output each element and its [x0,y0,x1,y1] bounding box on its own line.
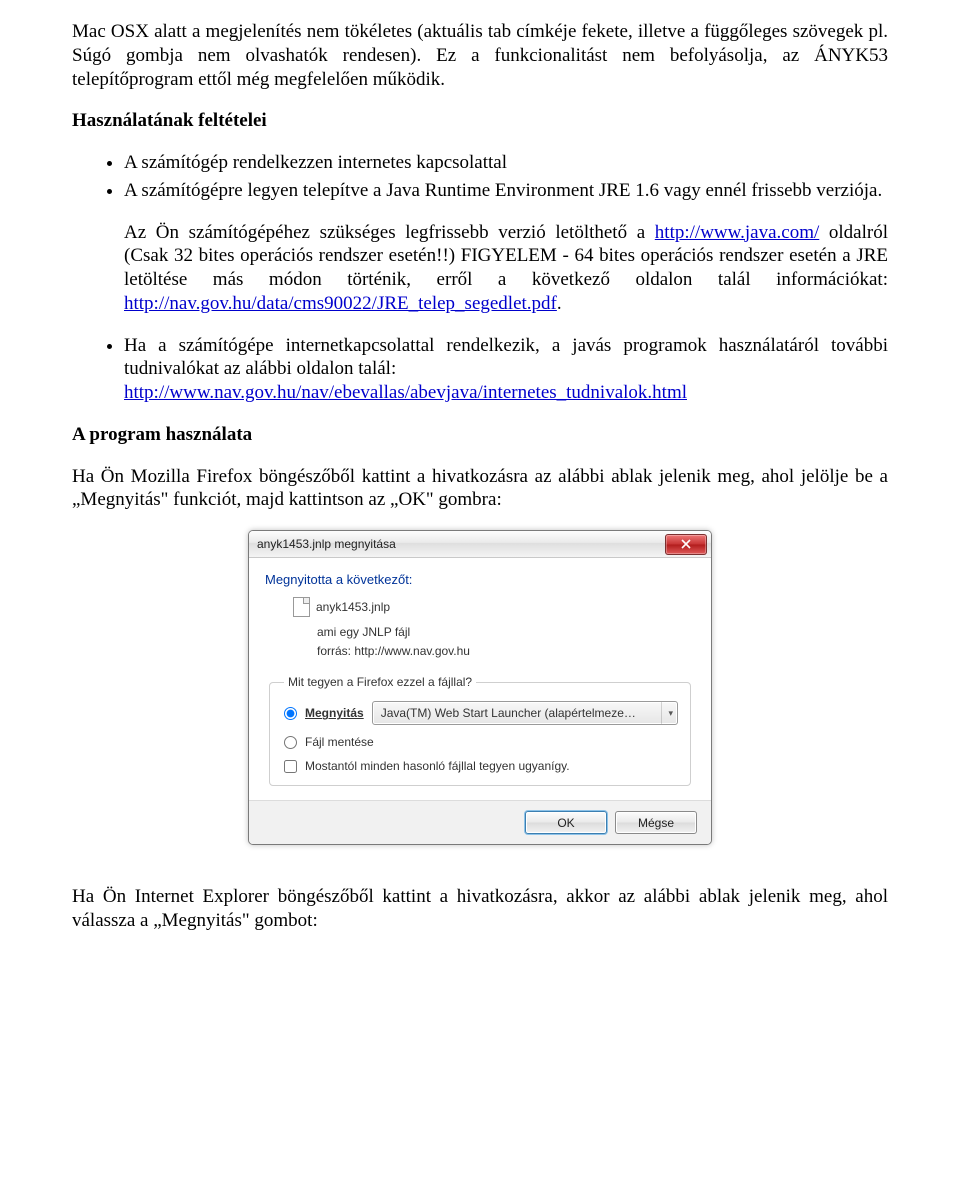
open-file-dialog: anyk1453.jnlp megnyitása Megnyitotta a k… [248,530,712,845]
close-icon [681,539,691,549]
usage-heading: A program használata [72,423,888,447]
text: ami egy [317,625,359,639]
text: Ha a számítógépe internetkapcsolattal re… [124,335,888,380]
conditions-heading: Használatának feltételei [72,109,888,133]
chevron-down-icon: ▾ [661,702,673,724]
file-meta: ami egy JNLP fájl forrás: http://www.nav… [317,623,695,661]
group-legend: Mit tegyen a Firefox ezzel a fájllal? [284,675,476,689]
open-radio[interactable] [284,707,297,720]
open-label: Megnyitás [305,706,364,720]
firefox-instructions: Ha Ön Mozilla Firefox böngészőből kattin… [72,465,888,513]
save-label: Fájl mentése [305,735,374,749]
cancel-button[interactable]: Mégse [615,811,697,834]
file-type: JNLP fájl [362,625,410,639]
save-radio[interactable] [284,736,297,749]
ok-button[interactable]: OK [525,811,607,834]
java-link[interactable]: http://www.java.com/ [655,222,819,243]
dialog-title: anyk1453.jnlp megnyitása [257,537,396,551]
intro-paragraph: Mac OSX alatt a megjelenítés nem tökélet… [72,20,888,91]
remember-checkbox[interactable] [284,760,297,773]
action-group: Mit tegyen a Firefox ezzel a fájllal? Me… [269,675,691,786]
jre-segedlet-link[interactable]: http://nav.gov.hu/data/cms90022/JRE_tele… [124,293,557,314]
java-download-paragraph: Az Ön számítógépéhez szükséges legfrisse… [124,221,888,316]
close-button[interactable] [665,534,707,555]
dropdown-value: Java(TM) Web Start Launcher (alapértelme… [381,706,636,720]
file-source: http://www.nav.gov.hu [354,644,470,658]
ie-instructions: Ha Ön Internet Explorer böngészőből katt… [72,885,888,933]
more-info-list: Ha a számítógépe internetkapcsolattal re… [72,334,888,405]
text: forrás: [317,644,351,658]
file-icon [293,597,310,617]
list-item: A számítógépre legyen telepítve a Java R… [124,179,888,203]
remember-label: Mostantól minden hasonló fájllal tegyen … [305,759,570,773]
file-name: anyk1453.jnlp [316,600,390,614]
opened-heading: Megnyitotta a következőt: [265,572,695,587]
list-item: Ha a számítógépe internetkapcsolattal re… [124,334,888,405]
text: Az Ön számítógépéhez szükséges legfrisse… [124,222,655,243]
conditions-list: A számítógép rendelkezzen internetes kap… [72,151,888,203]
application-dropdown[interactable]: Java(TM) Web Start Launcher (alapértelme… [372,701,678,725]
tudnivalok-link[interactable]: http://www.nav.gov.hu/nav/ebevallas/abev… [124,382,687,403]
text: . [557,293,562,314]
list-item: A számítógép rendelkezzen internetes kap… [124,151,888,175]
titlebar: anyk1453.jnlp megnyitása [249,531,711,558]
